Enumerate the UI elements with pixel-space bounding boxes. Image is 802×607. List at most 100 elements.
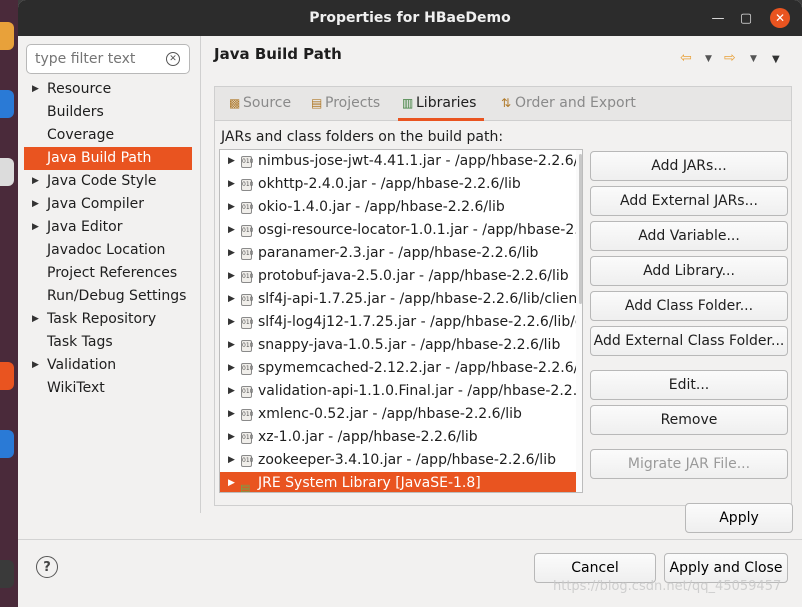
add-library-button[interactable]: Add Library... bbox=[590, 256, 788, 286]
dock-app-icon[interactable] bbox=[0, 22, 14, 50]
jar-file-icon: 010 bbox=[241, 225, 253, 237]
expand-arrow-icon[interactable]: ▶ bbox=[32, 354, 39, 377]
jar-entry[interactable]: ▶ 010 validation-api-1.1.0.Final.jar - /ap… bbox=[220, 380, 582, 403]
expand-arrow-icon[interactable]: ▶ bbox=[228, 173, 235, 196]
jar-entry[interactable]: ▶ 010 snappy-java-1.0.5.jar - /app/hbase-2… bbox=[220, 334, 582, 357]
tree-item[interactable]: Builders bbox=[24, 101, 192, 124]
tree-item[interactable]: ▶ Resource bbox=[24, 78, 192, 101]
tab-label: Projects bbox=[325, 95, 381, 111]
jar-entry[interactable]: ▶ 010 okio-1.4.0.jar - /app/hbase-2.2.6/li… bbox=[220, 196, 582, 219]
expand-arrow-icon[interactable]: ▶ bbox=[32, 78, 39, 101]
jar-entry-label: xz-1.0.jar - /app/hbase-2.2.6/lib bbox=[258, 429, 478, 445]
maximize-icon[interactable]: ▢ bbox=[736, 8, 756, 28]
tab-source[interactable]: ▩ Source bbox=[229, 95, 291, 111]
tree-item-label: Java Compiler bbox=[47, 196, 145, 212]
jar-entry[interactable]: ▶ 010 zookeeper-3.4.10.jar - /app/hbase-2.… bbox=[220, 449, 582, 472]
build-path-tabs: ▩ Source ▤ Projects ▥ Libraries ⇅ Order and … bbox=[214, 86, 792, 506]
add-variable-button[interactable]: Add Variable... bbox=[590, 221, 788, 251]
expand-arrow-icon[interactable]: ▶ bbox=[228, 380, 235, 403]
jar-entry[interactable]: ▶ 010 xmlenc-0.52.jar - /app/hbase-2.2.6/l… bbox=[220, 403, 582, 426]
add-external-class-folder-button[interactable]: Add External Class Folder... bbox=[590, 326, 788, 356]
tree-item-label: Project References bbox=[47, 265, 178, 281]
dock-app-icon[interactable] bbox=[0, 560, 14, 588]
tree-item[interactable]: Coverage bbox=[24, 124, 192, 147]
jre-system-library-entry[interactable]: ▶ ▤ JRE System Library [JavaSE-1.8] bbox=[220, 472, 582, 492]
tree-item[interactable]: ▶ Java Compiler bbox=[24, 193, 192, 216]
expand-arrow-icon[interactable]: ▶ bbox=[228, 288, 235, 311]
back-dropdown-icon[interactable]: ▼ bbox=[705, 54, 712, 64]
expand-arrow-icon[interactable]: ▶ bbox=[228, 265, 235, 288]
expand-arrow-icon[interactable]: ▶ bbox=[32, 193, 39, 216]
expand-arrow-icon[interactable]: ▶ bbox=[228, 403, 235, 426]
forward-arrow-icon[interactable]: ⇨ bbox=[724, 50, 736, 66]
jar-entry[interactable]: ▶ 010 xz-1.0.jar - /app/hbase-2.2.6/lib bbox=[220, 426, 582, 449]
expand-arrow-icon[interactable]: ▶ bbox=[32, 308, 39, 331]
minimize-icon[interactable]: — bbox=[708, 8, 728, 28]
tree-item[interactable]: ▶ Java Editor bbox=[24, 216, 192, 239]
jar-entry[interactable]: ▶ 010 slf4j-log4j12-1.7.25.jar - /app/hbas… bbox=[220, 311, 582, 334]
back-arrow-icon[interactable]: ⇦ bbox=[680, 50, 692, 66]
expand-arrow-icon[interactable]: ▶ bbox=[32, 170, 39, 193]
jar-entry-label: okio-1.4.0.jar - /app/hbase-2.2.6/lib bbox=[258, 199, 505, 215]
add-class-folder-button[interactable]: Add Class Folder... bbox=[590, 291, 788, 321]
tree-item[interactable]: ▶ Task Repository bbox=[24, 308, 192, 331]
source-folder-icon: ▩ bbox=[229, 96, 241, 110]
jar-entry[interactable]: ▶ 010 nimbus-jose-jwt-4.41.1.jar - /app/hb… bbox=[220, 150, 582, 173]
panel-divider[interactable] bbox=[200, 36, 201, 513]
tree-item[interactable]: Javadoc Location bbox=[24, 239, 192, 262]
expand-arrow-icon[interactable]: ▶ bbox=[228, 242, 235, 265]
expand-arrow-icon[interactable]: ▶ bbox=[228, 219, 235, 242]
tree-item[interactable]: WikiText bbox=[24, 377, 192, 400]
tree-item[interactable]: Project References bbox=[24, 262, 192, 285]
dock-app-icon[interactable] bbox=[0, 90, 14, 118]
help-icon[interactable]: ? bbox=[36, 556, 58, 578]
migrate-jar-button[interactable]: Migrate JAR File... bbox=[590, 449, 788, 479]
tab-projects[interactable]: ▤ Projects bbox=[311, 95, 380, 111]
expand-arrow-icon[interactable]: ▶ bbox=[228, 311, 235, 334]
clear-filter-icon[interactable]: ✕ bbox=[166, 52, 180, 66]
expand-arrow-icon[interactable]: ▶ bbox=[228, 426, 235, 449]
jar-entry[interactable]: ▶ 010 osgi-resource-locator-1.0.1.jar - /a… bbox=[220, 219, 582, 242]
tab-order-and-export[interactable]: ⇅ Order and Export bbox=[501, 95, 636, 111]
dock-app-icon[interactable] bbox=[0, 158, 14, 186]
tree-item[interactable]: Task Tags bbox=[24, 331, 192, 354]
tree-item-label: Coverage bbox=[47, 127, 115, 143]
tree-item[interactable]: ▶ Validation bbox=[24, 354, 192, 377]
expand-arrow-icon[interactable]: ▶ bbox=[32, 216, 39, 239]
add-jars-button[interactable]: Add JARs... bbox=[590, 151, 788, 181]
jar-entry-label: paranamer-2.3.jar - /app/hbase-2.2.6/lib bbox=[258, 245, 539, 261]
edit-button[interactable]: Edit... bbox=[590, 370, 788, 400]
close-icon[interactable]: ✕ bbox=[770, 8, 790, 28]
jar-entry[interactable]: ▶ 010 okhttp-2.4.0.jar - /app/hbase-2.2.6/… bbox=[220, 173, 582, 196]
tree-item-label: Task Repository bbox=[47, 311, 157, 327]
tree-item-label: Java Editor bbox=[47, 219, 123, 235]
expand-arrow-icon[interactable]: ▶ bbox=[228, 449, 235, 472]
tab-libraries[interactable]: ▥ Libraries bbox=[402, 95, 476, 111]
expand-arrow-icon[interactable]: ▶ bbox=[228, 334, 235, 357]
jar-entry-label: nimbus-jose-jwt-4.41.1.jar - /app/hbase-… bbox=[258, 153, 583, 169]
jar-entry[interactable]: ▶ 010 slf4j-api-1.7.25.jar - /app/hbase-2.… bbox=[220, 288, 582, 311]
properties-dialog: Properties for HBaeDemo — ▢ ✕ ✕ ▶ Resourc… bbox=[18, 0, 802, 607]
view-menu-icon[interactable]: ▼ bbox=[772, 54, 780, 65]
title-bar: Properties for HBaeDemo — ▢ ✕ bbox=[18, 0, 802, 36]
dock-app-icon[interactable] bbox=[0, 430, 14, 458]
tree-item[interactable]: Run/Debug Settings bbox=[24, 285, 192, 308]
remove-button[interactable]: Remove bbox=[590, 405, 788, 435]
expand-arrow-icon[interactable]: ▶ bbox=[228, 150, 235, 173]
active-tab-indicator bbox=[398, 118, 484, 121]
apply-button[interactable]: Apply bbox=[685, 503, 793, 533]
jar-entry[interactable]: ▶ 010 spymemcached-2.12.2.jar - /app/hbase… bbox=[220, 357, 582, 380]
expand-arrow-icon[interactable]: ▶ bbox=[228, 196, 235, 219]
forward-dropdown-icon[interactable]: ▼ bbox=[750, 54, 757, 64]
libraries-icon: ▥ bbox=[402, 96, 414, 110]
tree-item[interactable]: ▶ Java Code Style bbox=[24, 170, 192, 193]
dock-app-icon[interactable] bbox=[0, 362, 14, 390]
list-scrollbar-thumb[interactable] bbox=[579, 154, 582, 304]
add-external-jars-button[interactable]: Add External JARs... bbox=[590, 186, 788, 216]
jar-entry[interactable]: ▶ 010 protobuf-java-2.5.0.jar - /app/hbase… bbox=[220, 265, 582, 288]
jar-entry[interactable]: ▶ 010 paranamer-2.3.jar - /app/hbase-2.2.6… bbox=[220, 242, 582, 265]
expand-arrow-icon[interactable]: ▶ bbox=[228, 472, 235, 492]
tree-item[interactable]: Java Build Path bbox=[24, 147, 192, 170]
build-path-list[interactable]: ▶ 010 nimbus-jose-jwt-4.41.1.jar - /app/hb… bbox=[219, 149, 583, 493]
expand-arrow-icon[interactable]: ▶ bbox=[228, 357, 235, 380]
